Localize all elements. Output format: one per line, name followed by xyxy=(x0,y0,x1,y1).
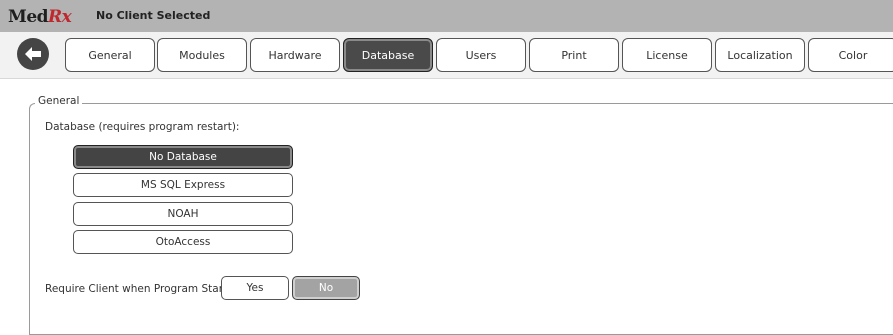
arrow-left-icon xyxy=(25,47,41,61)
tab-database[interactable]: Database xyxy=(343,38,433,72)
require-client-no-button[interactable]: No xyxy=(292,276,360,300)
tab-license[interactable]: License xyxy=(622,38,712,72)
db-option-no-database[interactable]: No Database xyxy=(73,145,293,169)
tab-general[interactable]: General xyxy=(65,38,155,72)
tab-localization[interactable]: Localization xyxy=(715,38,805,72)
settings-toolbar: General Modules Hardware Database Users … xyxy=(0,32,893,79)
tab-print[interactable]: Print xyxy=(529,38,619,72)
require-client-label: Require Client when Program Starts: xyxy=(45,283,237,295)
db-option-noah[interactable]: NOAH xyxy=(73,202,293,226)
db-option-ms-sql-express[interactable]: MS SQL Express xyxy=(73,173,293,197)
tab-color[interactable]: Color xyxy=(808,38,893,72)
tab-hardware[interactable]: Hardware xyxy=(250,38,340,72)
medrx-logo: MedRx xyxy=(8,7,72,27)
title-bar: MedRx No Client Selected xyxy=(0,0,893,32)
tab-modules[interactable]: Modules xyxy=(157,38,247,72)
back-button[interactable] xyxy=(17,38,49,70)
client-status: No Client Selected xyxy=(96,9,211,22)
tab-users[interactable]: Users xyxy=(436,38,526,72)
db-option-otoaccess[interactable]: OtoAccess xyxy=(73,230,293,254)
general-group-legend: General xyxy=(35,95,83,107)
require-client-yes-button[interactable]: Yes xyxy=(221,276,289,300)
database-label: Database (requires program restart): xyxy=(45,121,240,133)
